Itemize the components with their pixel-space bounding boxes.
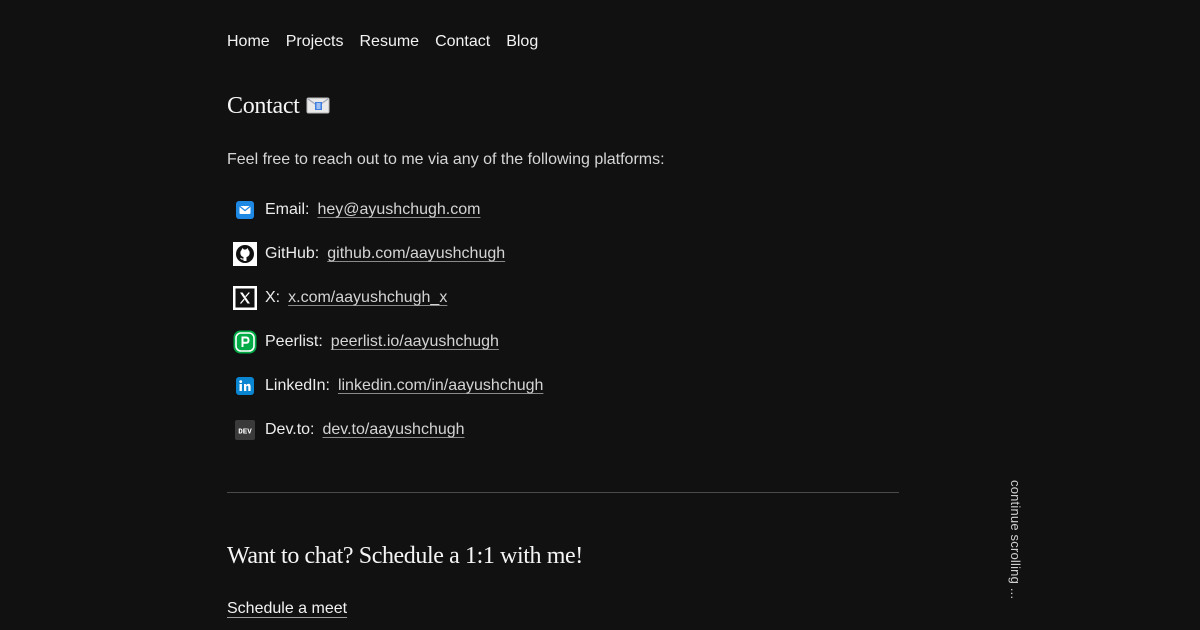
peerlist-label: Peerlist: xyxy=(265,333,323,350)
contact-item-devto: DEV Dev.to: dev.to/aayushchugh xyxy=(233,418,543,462)
x-link[interactable]: x.com/aayushchugh_x xyxy=(288,286,447,310)
devto-link[interactable]: dev.to/aayushchugh xyxy=(323,418,465,442)
svg-text:DEV: DEV xyxy=(238,428,252,436)
github-label: GitHub: xyxy=(265,245,320,262)
peerlist-link[interactable]: peerlist.io/aayushchugh xyxy=(331,330,499,354)
section-divider xyxy=(227,492,899,493)
devto-icon: DEV xyxy=(233,418,257,442)
chat-heading: Want to chat? Schedule a 1:1 with me! xyxy=(227,543,583,569)
contact-item-x: X: x.com/aayushchugh_x xyxy=(233,286,543,330)
contact-item-linkedin: LinkedIn: linkedin.com/in/aayushchugh xyxy=(233,374,543,418)
devto-label: Dev.to: xyxy=(265,421,315,438)
email-link[interactable]: hey@ayushchugh.com xyxy=(317,198,480,222)
nav-resume[interactable]: Resume xyxy=(359,33,419,51)
email-icon xyxy=(233,198,257,222)
nav-home[interactable]: Home xyxy=(227,33,270,51)
page-title: Contact xyxy=(227,93,300,119)
linkedin-link[interactable]: linkedin.com/in/aayushchugh xyxy=(338,374,543,398)
contact-item-peerlist: Peerlist: peerlist.io/aayushchugh xyxy=(233,330,543,374)
nav-contact[interactable]: Contact xyxy=(435,33,490,51)
contact-list: Email: hey@ayushchugh.com GitHub: github… xyxy=(233,198,543,462)
email-label: Email: xyxy=(265,201,310,218)
linkedin-label: LinkedIn: xyxy=(265,377,330,394)
contact-item-github: GitHub: github.com/aayushchugh xyxy=(233,242,543,286)
x-icon xyxy=(233,286,257,310)
contact-intro: Feel free to reach out to me via any of … xyxy=(227,151,665,168)
schedule-meet-link[interactable]: Schedule a meet xyxy=(227,600,347,618)
continue-scrolling-hint: continue scrolling ... xyxy=(1008,480,1023,600)
peerlist-icon xyxy=(233,330,257,354)
github-icon xyxy=(233,242,257,266)
nav-blog[interactable]: Blog xyxy=(506,33,538,51)
envelope-emoji-icon xyxy=(306,95,330,113)
x-label: X: xyxy=(265,289,281,306)
nav-projects[interactable]: Projects xyxy=(286,33,344,51)
contact-item-email: Email: hey@ayushchugh.com xyxy=(233,198,543,242)
main-nav: Home Projects Resume Contact Blog xyxy=(227,33,538,51)
page-title-row: Contact xyxy=(227,93,330,120)
github-link[interactable]: github.com/aayushchugh xyxy=(327,242,505,266)
linkedin-icon xyxy=(233,374,257,398)
